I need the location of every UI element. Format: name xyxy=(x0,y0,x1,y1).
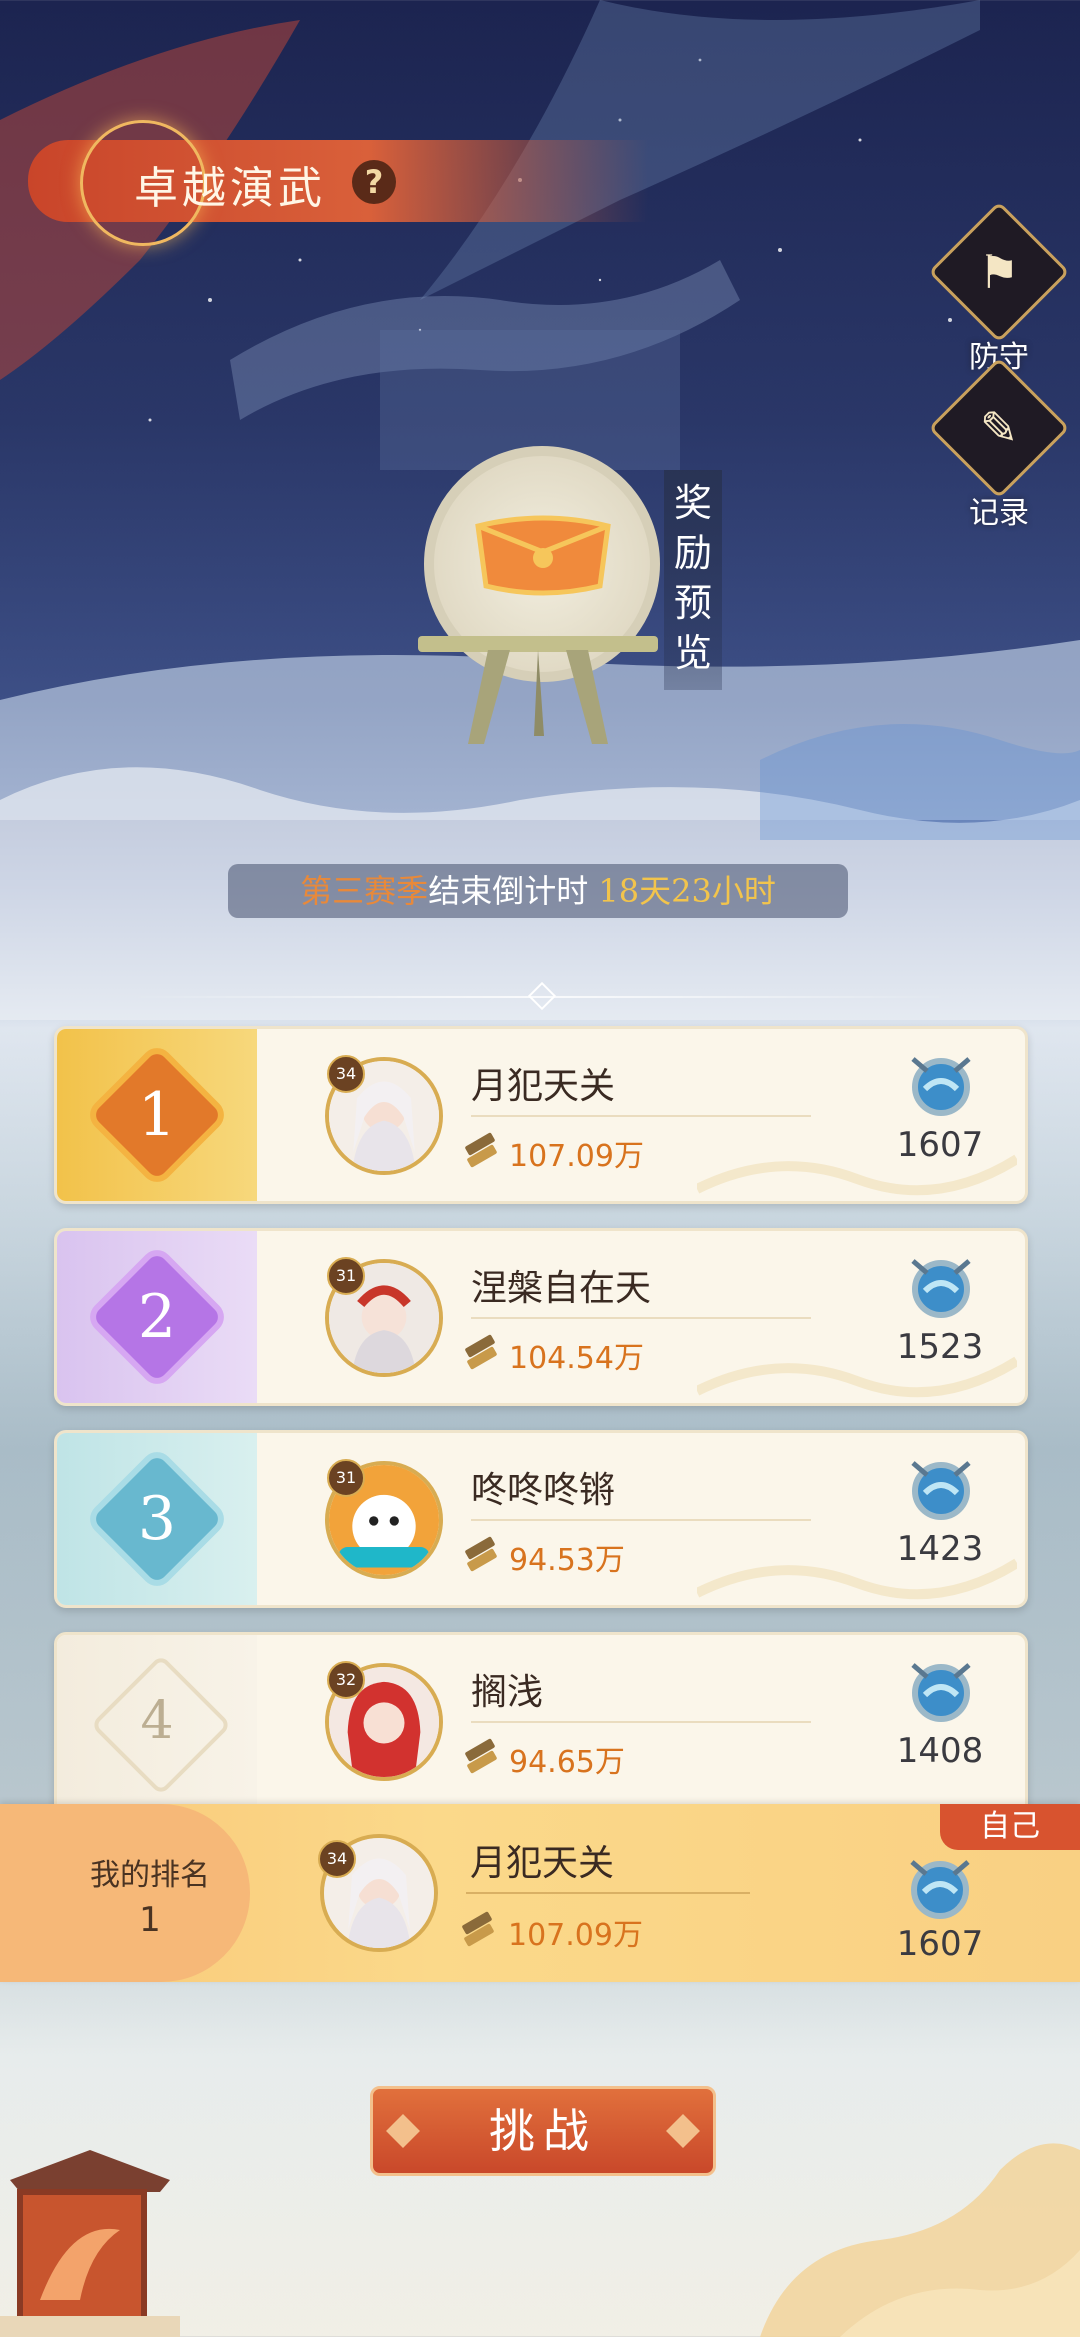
reward-preview-button[interactable]: 奖励预览 xyxy=(664,470,722,690)
rank-number: 2 xyxy=(137,1282,177,1352)
gate-icon[interactable] xyxy=(0,2120,180,2337)
rank-row[interactable]: 3 31 咚咚咚锵 94.53万 1423 xyxy=(54,1430,1028,1608)
rank-badge: 2 xyxy=(91,1251,223,1383)
flag-icon: ⚑ xyxy=(928,201,1070,343)
combat-power: 94.53万 xyxy=(509,1543,625,1578)
combat-power: 104.54万 xyxy=(509,1341,644,1376)
self-tag: 自己 xyxy=(940,1804,1080,1850)
golden-cloud-decoration xyxy=(760,2143,1080,2337)
my-rank-bar: 我的排名 1 34 月犯天关 107.09万 1607 自己 xyxy=(0,1804,1080,1982)
player-name: 月犯天关 xyxy=(471,1066,616,1107)
my-level-badge: 34 xyxy=(318,1840,356,1878)
name-underline xyxy=(471,1317,811,1319)
my-name-underline xyxy=(466,1892,750,1894)
record-button[interactable]: ✎ 记录 xyxy=(928,357,1070,532)
challenge-label: 挑战 xyxy=(489,2104,597,2158)
my-score-value: 1607 xyxy=(896,1924,984,1964)
rank-badge: 1 xyxy=(91,1049,223,1181)
player-name: 搁浅 xyxy=(471,1672,544,1713)
rank-row[interactable]: 4 32 搁浅 94.65万 1408 xyxy=(54,1632,1028,1818)
defense-button[interactable]: ⚑ 防守 xyxy=(928,201,1070,376)
scroll-icon: ✎ xyxy=(928,357,1070,499)
challenge-button[interactable]: 挑战 xyxy=(370,2086,716,2176)
score-medal-icon xyxy=(911,1461,971,1520)
rank-number: 4 xyxy=(140,1691,174,1751)
rank-number: 3 xyxy=(137,1484,177,1554)
drum-stand xyxy=(418,636,658,744)
help-question-icon[interactable]: ? xyxy=(352,160,396,204)
rank-number: 1 xyxy=(137,1080,177,1150)
score-medal-icon xyxy=(910,1860,970,1919)
rank-badge: 3 xyxy=(91,1453,223,1585)
combat-power: 107.09万 xyxy=(509,1139,644,1174)
my-player-name: 月犯天关 xyxy=(470,1843,615,1884)
combat-power-icon xyxy=(462,1911,494,1947)
season-countdown: 第三赛季结束倒计时 18天23小时 xyxy=(228,864,848,918)
level-badge: 34 xyxy=(327,1055,365,1093)
countdown-remaining: 18天23小时 xyxy=(598,872,776,910)
score-medal-icon xyxy=(911,1057,971,1116)
countdown-text: 结束倒计时 xyxy=(428,872,589,910)
player-name: 咚咚咚锵 xyxy=(471,1470,616,1511)
level-badge: 32 xyxy=(327,1661,365,1699)
ornament-icon xyxy=(386,2114,420,2148)
player-name: 涅槃自在天 xyxy=(471,1268,652,1309)
combat-power-icon xyxy=(465,1334,497,1370)
score-value: 1607 xyxy=(896,1125,984,1165)
season-name: 第三赛季 xyxy=(300,872,429,910)
my-rank-label: 我的排名 xyxy=(90,1858,210,1893)
combat-power: 94.65万 xyxy=(509,1745,625,1780)
rank-badge: 4 xyxy=(90,1654,232,1796)
combat-power-icon xyxy=(465,1132,497,1168)
name-underline xyxy=(471,1519,811,1521)
score-medal-icon xyxy=(911,1663,971,1722)
ornament-icon xyxy=(666,2114,700,2148)
level-badge: 31 xyxy=(327,1459,365,1497)
name-underline xyxy=(471,1721,811,1723)
treasure-chest-icon xyxy=(475,515,611,596)
score-medal-icon xyxy=(911,1259,971,1318)
score-value: 1523 xyxy=(896,1327,984,1367)
combat-power-icon xyxy=(465,1536,497,1572)
my-combat-power: 107.09万 xyxy=(508,1918,643,1953)
rank-row[interactable]: 1 34 月犯天关 107.09万 1607 xyxy=(54,1026,1028,1204)
score-value: 1423 xyxy=(896,1529,984,1569)
level-badge: 31 xyxy=(327,1257,365,1295)
rank-row[interactable]: 2 31 涅槃自在天 104.54万 1523 xyxy=(54,1228,1028,1406)
page-title: 卓越演武 xyxy=(134,163,326,214)
name-underline xyxy=(471,1115,811,1117)
combat-power-icon xyxy=(465,1738,497,1774)
score-value: 1408 xyxy=(896,1731,984,1771)
my-rank-number: 1 xyxy=(139,1900,161,1940)
